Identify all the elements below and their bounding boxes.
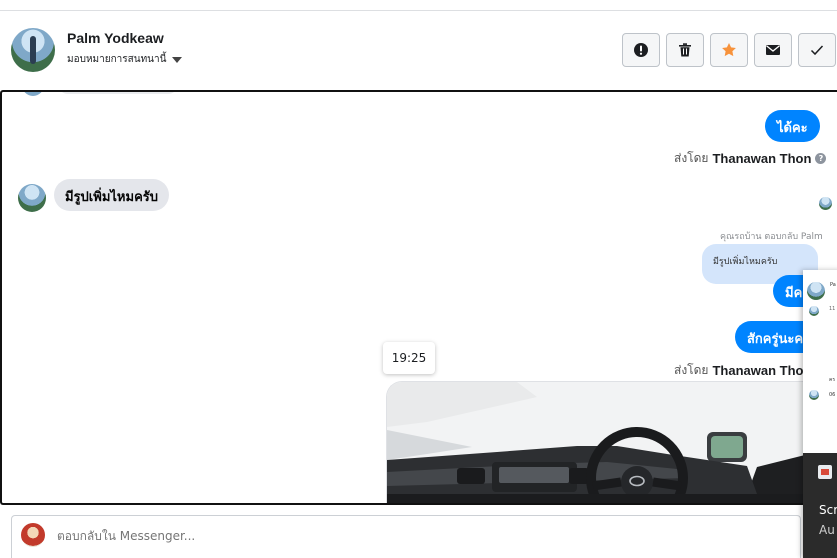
overlay-mini-msg: คร <box>829 377 836 383</box>
partial-message-bubble <box>58 92 178 94</box>
overlay-mini-time: 06 <box>829 392 836 398</box>
page-avatar <box>21 523 45 547</box>
overlay-avatar-small <box>809 390 819 400</box>
seen-avatar <box>819 197 832 210</box>
star-button[interactable] <box>710 33 748 67</box>
caret-down-icon <box>172 56 183 63</box>
car-interior-image <box>387 382 816 503</box>
message-composer <box>11 515 801 558</box>
overlay-mini-name: Pa <box>830 282 836 288</box>
check-icon <box>810 45 824 56</box>
done-button[interactable] <box>798 33 836 67</box>
exclamation-circle-icon <box>634 43 648 57</box>
assign-label: มอบหมายการสนทนานี้ <box>67 54 167 65</box>
sent-by-prefix: ส่งโดย <box>674 363 709 377</box>
assign-conversation-dropdown[interactable]: มอบหมายการสนทนานี้ <box>67 52 183 67</box>
screenshot-overlay-thumbnail[interactable]: Pa 11 คร 06 Scr Au <box>803 270 837 558</box>
trash-icon <box>679 43 691 57</box>
reply-label: คุณรถบ้าน ตอบกลับ Palm <box>720 232 823 242</box>
car-interior-photo[interactable] <box>386 381 816 503</box>
conversation-panel[interactable]: ได้คะ ส่งโดย Thanawan Thon ? มีรูปเพิ่มไ… <box>0 90 837 505</box>
header-actions <box>622 33 836 67</box>
conversation-header: Palm Yodkeaw มอบหมายการสนทนานี้ <box>0 11 837 90</box>
outgoing-message[interactable]: ได้คะ <box>765 110 820 142</box>
contact-name[interactable]: Palm Yodkeaw <box>67 30 164 46</box>
overlay-notification: Scr Au <box>803 453 837 558</box>
alert-button[interactable] <box>622 33 660 67</box>
partial-avatar <box>22 92 44 96</box>
time-tooltip: 19:25 <box>383 342 435 374</box>
mail-button[interactable] <box>754 33 792 67</box>
envelope-icon <box>766 45 780 55</box>
incoming-message[interactable]: มีรูปเพิ่มไหมครับ <box>54 179 169 211</box>
delete-button[interactable] <box>666 33 704 67</box>
overlay-avatar <box>807 282 825 300</box>
overlay-avatar-small <box>809 306 819 316</box>
overlay-text-line2: Au <box>819 523 835 537</box>
sent-by-name: Thanawan Thon <box>712 151 812 166</box>
overlay-text-line1: Scr <box>819 503 837 517</box>
overlay-mini-num: 11 <box>829 306 836 312</box>
contact-avatar[interactable] <box>11 28 55 72</box>
star-icon <box>722 43 736 57</box>
screenshot-icon-detail <box>821 469 829 475</box>
sent-by-name: Thanawan Thon <box>712 363 812 378</box>
sent-by-label: ส่งโดย Thanawan Thon ? <box>674 149 827 168</box>
reply-input[interactable] <box>57 529 657 543</box>
sent-by-label: ส่งโดย Thanawan Thon <box>674 361 811 380</box>
contact-avatar-small <box>18 184 46 212</box>
help-icon[interactable]: ? <box>815 153 827 164</box>
sent-by-prefix: ส่งโดย <box>674 151 709 165</box>
